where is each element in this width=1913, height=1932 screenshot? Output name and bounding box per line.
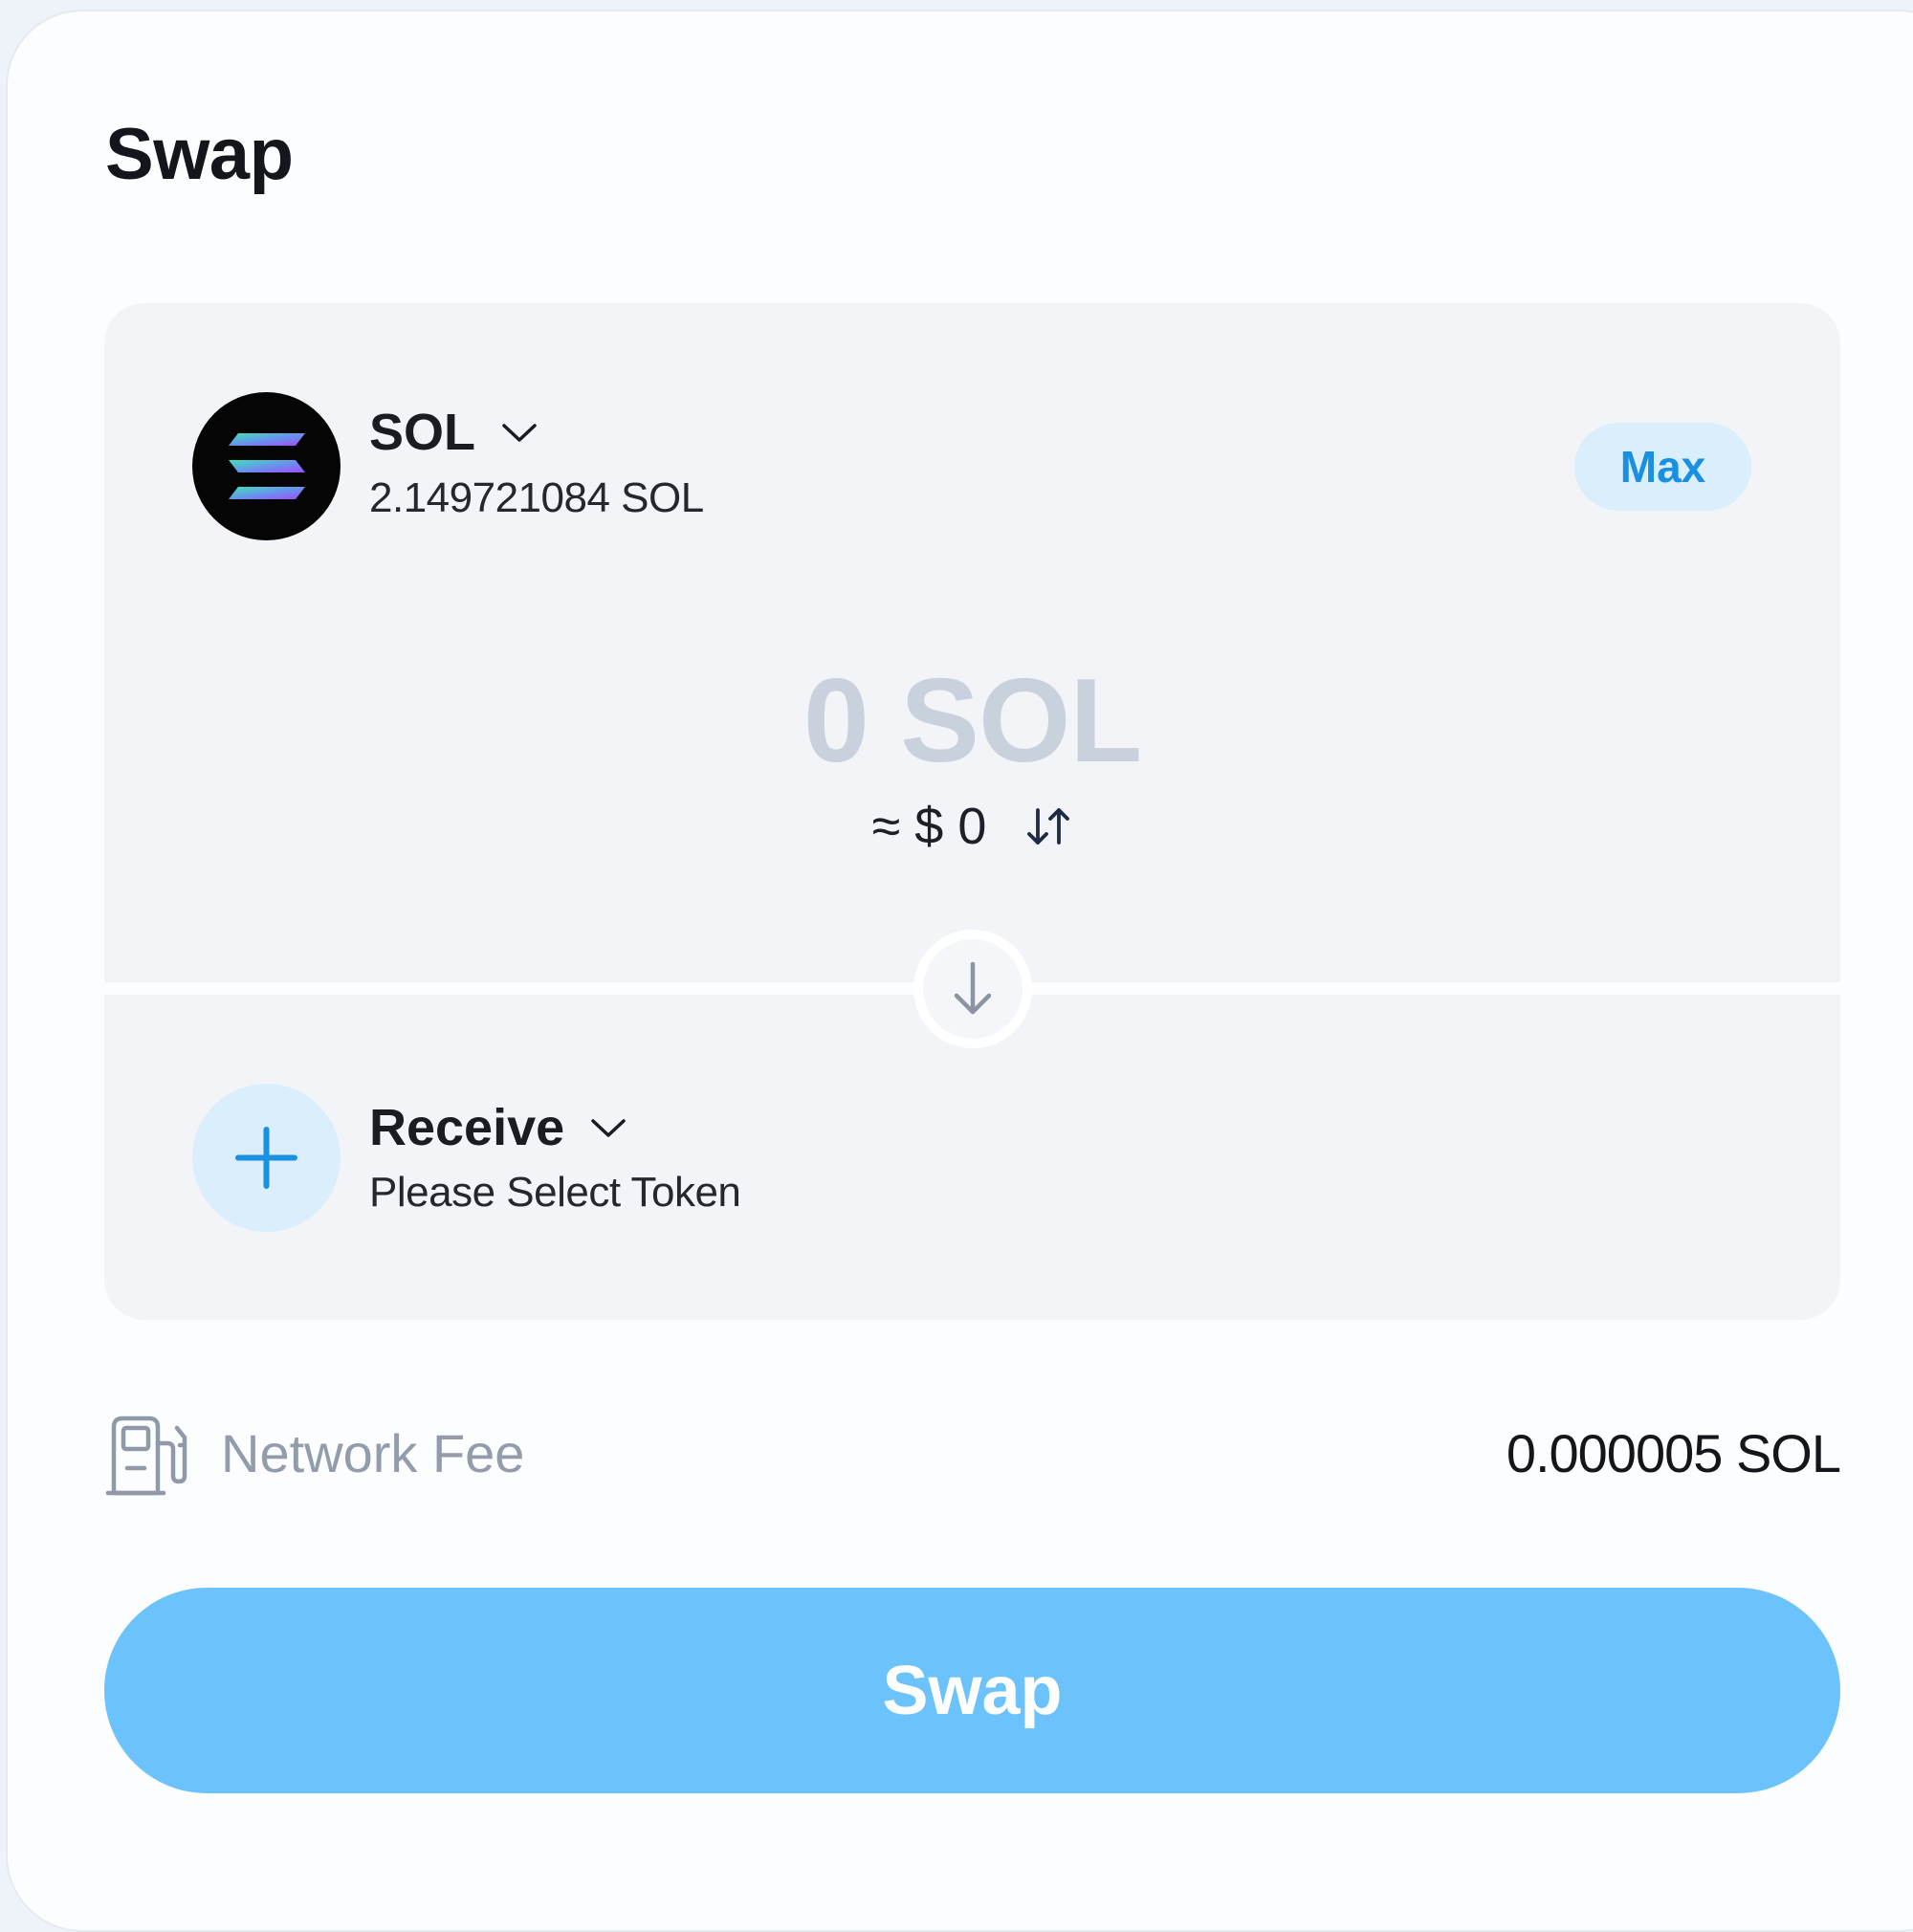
token-selector-to[interactable]: Receive — [369, 1102, 627, 1153]
chevron-down-icon — [589, 1117, 627, 1145]
network-fee-label: Network Fee — [221, 1423, 525, 1483]
swap-vertical-icon[interactable] — [1024, 802, 1072, 850]
token-balance: 2.149721084 SOL — [369, 474, 704, 521]
fiat-value: ≈ $ 0 — [871, 798, 987, 855]
arrow-down-icon[interactable] — [913, 930, 1032, 1048]
chevron-down-icon — [500, 422, 539, 450]
network-fee-row: Network Fee 0.000005 SOL — [104, 1408, 1841, 1504]
token-selector-from[interactable]: SOL — [369, 406, 539, 458]
swap-card: Swap SOL 2.149721084 SOL Max 0 SOL ≈ $ 0… — [6, 10, 1913, 1932]
receive-label: Receive — [369, 1099, 565, 1156]
fuel-pump-icon — [104, 1413, 190, 1504]
max-button[interactable]: Max — [1574, 423, 1751, 511]
plus-icon[interactable] — [192, 1084, 341, 1232]
solana-logo-icon[interactable] — [192, 392, 341, 540]
token-name: SOL — [369, 404, 476, 461]
page-title: Swap — [105, 114, 294, 195]
select-token-hint: Please Select Token — [369, 1169, 741, 1216]
amount-input[interactable]: 0 SOL — [104, 662, 1840, 780]
swap-button[interactable]: Swap — [104, 1588, 1840, 1793]
fiat-value-row: ≈ $ 0 — [104, 801, 1840, 852]
network-fee-value: 0.000005 SOL — [1506, 1423, 1841, 1483]
from-panel: SOL 2.149721084 SOL Max 0 SOL ≈ $ 0 — [104, 303, 1840, 982]
